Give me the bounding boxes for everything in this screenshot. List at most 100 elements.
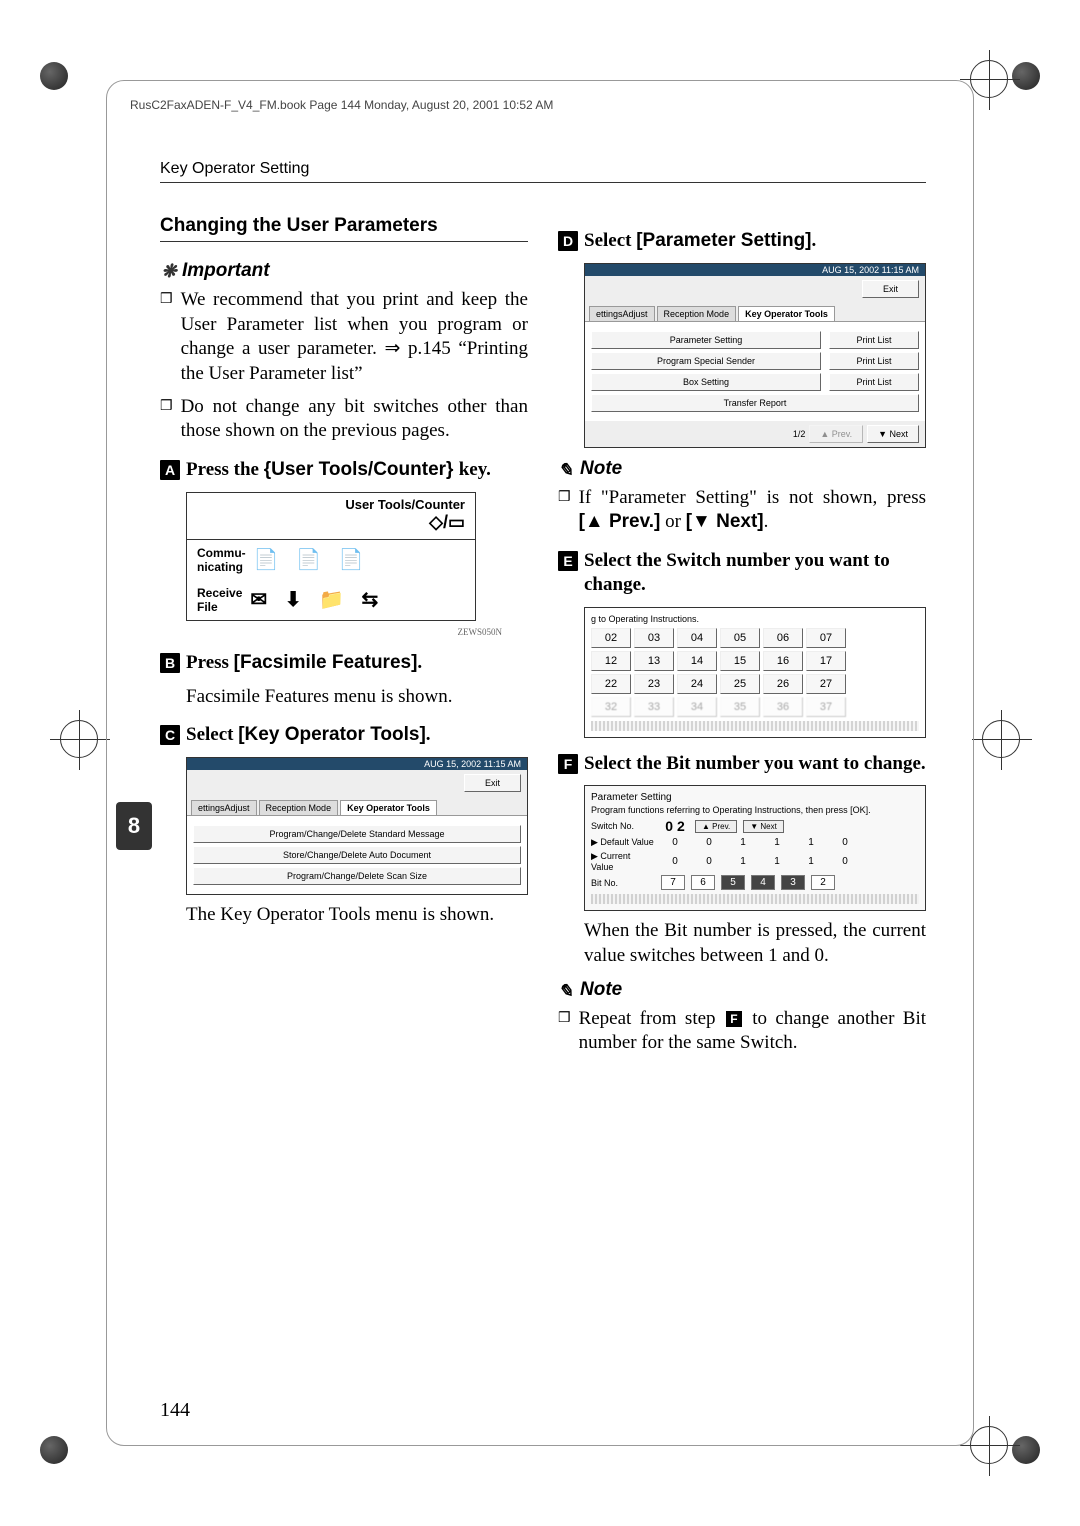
star-icon: ❋ [160,262,178,280]
next-button[interactable]: ▼ Next [867,425,919,443]
step-5: E Select the Switch number you want to c… [558,549,926,597]
menu-item[interactable]: Program/Change/Delete Standard Message [193,825,521,843]
switch-button[interactable]: 32 [591,697,631,717]
crop-dot [1012,62,1040,90]
step-text: Press the {User Tools/Counter} key. [186,458,528,482]
switch-button[interactable]: 17 [806,651,846,671]
list-item: Repeat from step F to change another Bit… [558,1007,926,1056]
step-2: B Press [Facsimile Features]. [160,651,528,675]
tab-settings-adjust[interactable]: ettingsAdjust [191,800,257,815]
print-list-button[interactable]: Print List [829,352,919,370]
bit-button[interactable]: 3 [781,875,805,890]
switch-button[interactable]: 37 [806,697,846,717]
bit-value: 1 [729,856,757,867]
tab-key-operator-tools[interactable]: Key Operator Tools [340,800,437,815]
switch-button[interactable]: 03 [634,628,674,648]
switch-button[interactable]: 05 [720,628,760,648]
step-number-icon: B [160,653,180,673]
panel-title: User Tools/Counter ◇/▭ [187,493,475,540]
switch-button[interactable]: 27 [806,674,846,694]
important-heading: ❋ Important [160,260,528,282]
user-tools-panel: User Tools/Counter ◇/▭ Commu- nicating 📄… [186,492,476,621]
switch-button[interactable]: 04 [677,628,717,648]
important-label: Important [182,260,270,282]
bit-button[interactable]: 5 [721,875,745,890]
switch-button[interactable]: 35 [720,697,760,717]
note-heading: ✎ Note [558,979,926,1001]
page-number: 144 [160,1399,190,1422]
switch-button[interactable]: 06 [763,628,803,648]
prev-button[interactable]: ▲ Prev. [809,425,863,443]
pencil-icon: ✎ [558,460,576,478]
panel-row-label: Commu- nicating [197,546,246,574]
bit-value: 0 [661,856,689,867]
registration-mark [982,720,1020,758]
running-head: Key Operator Setting [160,160,926,183]
section-title: Changing the User Parameters [160,215,528,242]
switch-button[interactable]: 13 [634,651,674,671]
bit-button[interactable]: 6 [691,875,715,890]
bit-value: 0 [661,837,689,848]
step-text: Press [Facsimile Features]. [186,651,528,675]
step-text: Select [Parameter Setting]. [584,229,926,253]
screen-subtitle: Program functions referring to Operating… [591,805,919,815]
note-label: Note [580,979,622,1001]
list-item: We recommend that you print and keep the… [160,288,528,387]
bit-button[interactable]: 4 [751,875,775,890]
bit-value: 1 [763,856,791,867]
menu-item[interactable]: Program Special Sender [591,352,821,370]
bit-value: 1 [729,837,757,848]
switch-button[interactable]: 15 [720,651,760,671]
bit-value: 1 [763,837,791,848]
switch-button[interactable]: 33 [634,697,674,717]
switch-button[interactable]: 07 [806,628,846,648]
note-list: If "Parameter Setting" is not shown, pre… [558,486,926,535]
next-button[interactable]: ▼ Next [743,820,784,833]
screen-timestamp: AUG 15, 2002 11:15 AM [187,758,527,770]
step-description: When the Bit number is pressed, the curr… [584,919,926,968]
prev-button[interactable]: ▲ Prev. [695,820,737,833]
exit-button[interactable]: Exit [862,280,919,298]
step-reference-icon: F [726,1011,742,1027]
page-indicator: 1/2 [793,429,806,439]
note-label: Note [580,458,622,480]
exit-button[interactable]: Exit [464,774,521,792]
menu-item[interactable]: Store/Change/Delete Auto Document [193,846,521,864]
print-list-button[interactable]: Print List [829,331,919,349]
switch-button[interactable]: 36 [763,697,803,717]
tab-reception-mode[interactable]: Reception Mode [259,800,339,815]
current-value-label: ▶ Current Value [591,851,655,872]
bit-value: 0 [831,856,859,867]
registration-mark [970,1426,1008,1464]
tab-key-operator-tools[interactable]: Key Operator Tools [738,306,835,321]
switch-button[interactable]: 23 [634,674,674,694]
switch-no-value: 0 2 [661,818,689,834]
bit-value: 1 [797,837,825,848]
switch-button[interactable]: 02 [591,628,631,648]
switch-button[interactable]: 12 [591,651,631,671]
switch-button[interactable]: 16 [763,651,803,671]
switch-button[interactable]: 34 [677,697,717,717]
print-list-button[interactable]: Print List [829,373,919,391]
switch-button[interactable]: 22 [591,674,631,694]
tab-reception-mode[interactable]: Reception Mode [657,306,737,321]
switch-button[interactable]: 14 [677,651,717,671]
bit-button[interactable]: 2 [811,875,835,890]
step-text: Select the Switch number you want to cha… [584,549,926,597]
switch-button[interactable]: 25 [720,674,760,694]
tab-settings-adjust[interactable]: ettingsAdjust [589,306,655,321]
menu-item[interactable]: Program/Change/Delete Scan Size [193,867,521,885]
barcode-decoration [591,894,919,904]
screen-key-operator-tools: AUG 15, 2002 11:15 AM Exit ettingsAdjust… [186,757,528,895]
bit-value: 0 [831,837,859,848]
panel-caption: ZEWS050N [160,627,502,637]
menu-item[interactable]: Box Setting [591,373,821,391]
bit-value: 0 [695,856,723,867]
menu-item[interactable]: Transfer Report [591,394,919,412]
bit-button[interactable]: 7 [661,875,685,890]
switch-button[interactable]: 26 [763,674,803,694]
step-number-icon: A [160,460,180,480]
switch-button[interactable]: 24 [677,674,717,694]
menu-item[interactable]: Parameter Setting [591,331,821,349]
note-list: Repeat from step F to change another Bit… [558,1007,926,1056]
